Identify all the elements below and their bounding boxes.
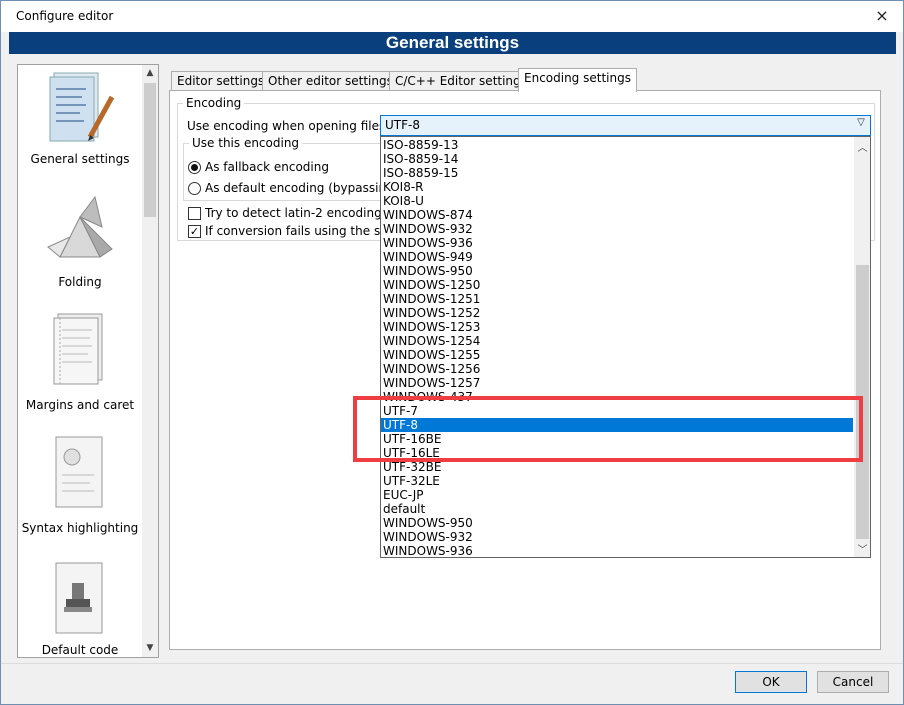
dropdown-option[interactable]: KOI8-U — [381, 194, 853, 208]
dropdown-option[interactable]: WINDOWS-936 — [381, 236, 853, 250]
dropdown-option[interactable]: default — [381, 502, 853, 516]
document-pencil-icon — [49, 72, 115, 142]
category-label: Margins and caret — [25, 398, 135, 412]
use-encoding-group-title: Use this encoding — [189, 136, 303, 150]
dropdown-option[interactable]: WINDOWS-949 — [381, 250, 853, 264]
dropdown-option[interactable]: WINDOWS-950 — [381, 264, 853, 278]
title-bar: Configure editor × — [1, 1, 903, 32]
dropdown-option[interactable]: UTF-32LE — [381, 474, 853, 488]
encoding-group-title: Encoding — [183, 96, 245, 110]
tab-other-editor-settings[interactable]: Other editor settings — [262, 71, 399, 91]
scroll-up-icon[interactable]: ▲ — [142, 65, 158, 81]
scroll-thumb[interactable] — [144, 83, 156, 217]
dropdown-option[interactable]: WINDOWS-1252 — [381, 306, 853, 320]
window-title: Configure editor — [16, 9, 114, 23]
fallback-radio[interactable] — [188, 161, 201, 174]
category-folding[interactable]: Folding — [18, 187, 142, 297]
dropdown-option[interactable]: WINDOWS-932 — [381, 222, 853, 236]
chevron-up-icon[interactable]: ︿ — [854, 139, 870, 155]
tab-encoding-settings[interactable]: Encoding settings — [518, 68, 637, 92]
dropdown-option[interactable]: WINDOWS-1253 — [381, 320, 853, 334]
dropdown-option[interactable]: EUC-JP — [381, 488, 853, 502]
page-banner: General settings — [9, 32, 896, 54]
document-stamp-icon — [55, 562, 103, 634]
scroll-down-icon[interactable]: ▼ — [142, 640, 158, 656]
dropdown-option[interactable]: WINDOWS-1250 — [381, 278, 853, 292]
category-label: Folding — [58, 275, 102, 289]
default-radio-label: As default encoding (bypassing ( — [205, 181, 403, 195]
dropdown-options: ISO-8859-13 ISO-8859-14 ISO-8859-15 KOI8-R K… — [381, 138, 853, 557]
chevron-down-icon[interactable]: ▽ — [853, 117, 869, 134]
chevron-down-icon[interactable]: ﹀ — [854, 541, 870, 557]
category-margins-and-caret[interactable]: Margins and caret — [18, 310, 142, 420]
dropdown-option[interactable]: WINDOWS-874 — [381, 208, 853, 222]
encoding-select-value: UTF-8 — [385, 118, 420, 132]
encoding-dropdown-list[interactable]: ISO-8859-13 ISO-8859-14 ISO-8859-15 KOI8-R K… — [380, 136, 871, 558]
dropdown-option[interactable]: WINDOWS-1254 — [381, 334, 853, 348]
latin2-checkbox[interactable] — [188, 207, 201, 220]
dropdown-option[interactable]: ISO-8859-15 — [381, 166, 853, 180]
configure-editor-dialog: Configure editor × General settings Gene… — [0, 0, 904, 705]
tab-editor-settings[interactable]: Editor settings — [171, 71, 271, 91]
dropdown-scrollbar[interactable]: ︿ ﹀ — [854, 137, 870, 557]
document-margins-icon — [53, 313, 103, 385]
open-encoding-label: Use encoding when opening files: — [187, 119, 390, 133]
category-general-settings[interactable]: General settings — [18, 65, 142, 175]
dropdown-option[interactable]: WINDOWS-1251 — [381, 292, 853, 306]
ok-button[interactable]: OK — [735, 671, 807, 693]
category-label: Default code — [41, 643, 119, 657]
highlight-annotation — [353, 396, 863, 462]
category-default-code[interactable]: Default code — [18, 557, 142, 657]
category-syntax-highlighting[interactable]: Syntax highlighting — [18, 433, 142, 543]
tab-cpp-editor-settings[interactable]: C/C++ Editor settings — [389, 71, 533, 91]
dropdown-option[interactable]: ISO-8859-14 — [381, 152, 853, 166]
folded-paper-bird-icon — [47, 195, 113, 258]
latin2-checkbox-label: Try to detect latin-2 encodings ( — [205, 206, 397, 220]
close-button[interactable]: × — [867, 3, 897, 29]
category-list[interactable]: General settings Folding Margins and car… — [17, 64, 159, 658]
category-label: General settings — [30, 152, 130, 166]
document-bulb-icon — [55, 436, 103, 508]
dropdown-option[interactable]: WINDOWS-936 — [381, 544, 853, 557]
dropdown-option[interactable]: WINDOWS-950 — [381, 516, 853, 530]
fallback-radio-label: As fallback encoding — [205, 160, 329, 174]
dropdown-option[interactable]: WINDOWS-1256 — [381, 362, 853, 376]
dropdown-option[interactable]: WINDOWS-932 — [381, 530, 853, 544]
conversion-checkbox[interactable]: ✓ — [188, 225, 201, 238]
category-label: Syntax highlighting — [21, 521, 139, 535]
dropdown-option[interactable]: KOI8-R — [381, 180, 853, 194]
encoding-select[interactable]: UTF-8 ▽ — [380, 115, 871, 136]
dropdown-option[interactable]: ISO-8859-13 — [381, 138, 853, 152]
category-scrollbar[interactable]: ▲ ▼ — [142, 65, 158, 657]
default-radio[interactable] — [188, 182, 201, 195]
dropdown-option[interactable]: WINDOWS-1255 — [381, 348, 853, 362]
dropdown-option[interactable]: UTF-32BE — [381, 460, 853, 474]
cancel-button[interactable]: Cancel — [817, 671, 889, 693]
divider — [1, 663, 903, 664]
conversion-checkbox-label: If conversion fails using the setti — [205, 224, 401, 238]
dropdown-option[interactable]: WINDOWS-1257 — [381, 376, 853, 390]
